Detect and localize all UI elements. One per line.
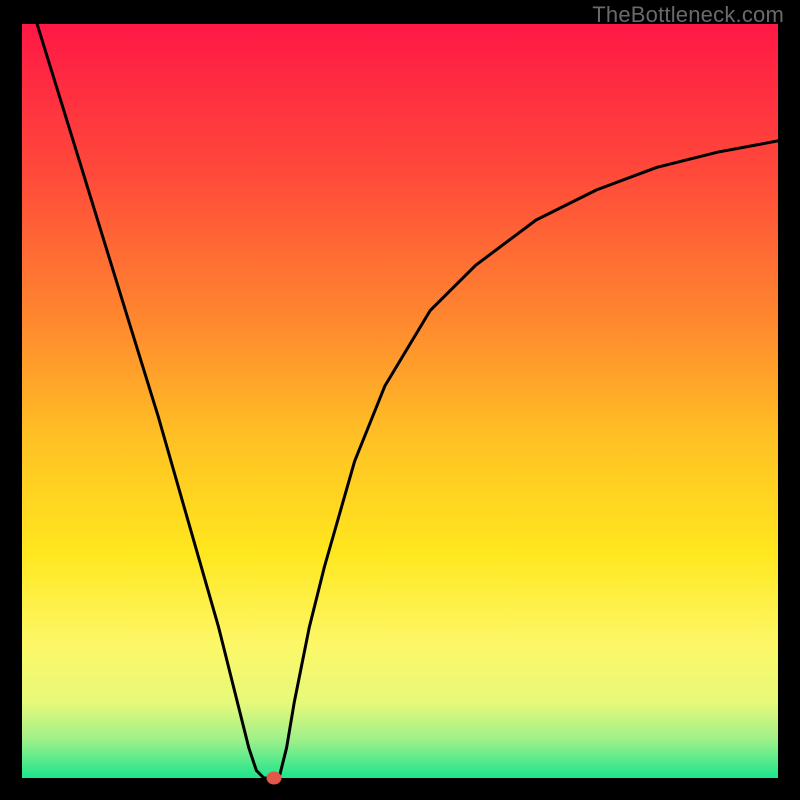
plot-svg: [22, 24, 778, 778]
optimum-marker: [266, 772, 281, 785]
chart-stage: TheBottleneck.com: [0, 0, 800, 800]
gradient-background: [22, 24, 778, 778]
plot-frame: [22, 24, 778, 778]
